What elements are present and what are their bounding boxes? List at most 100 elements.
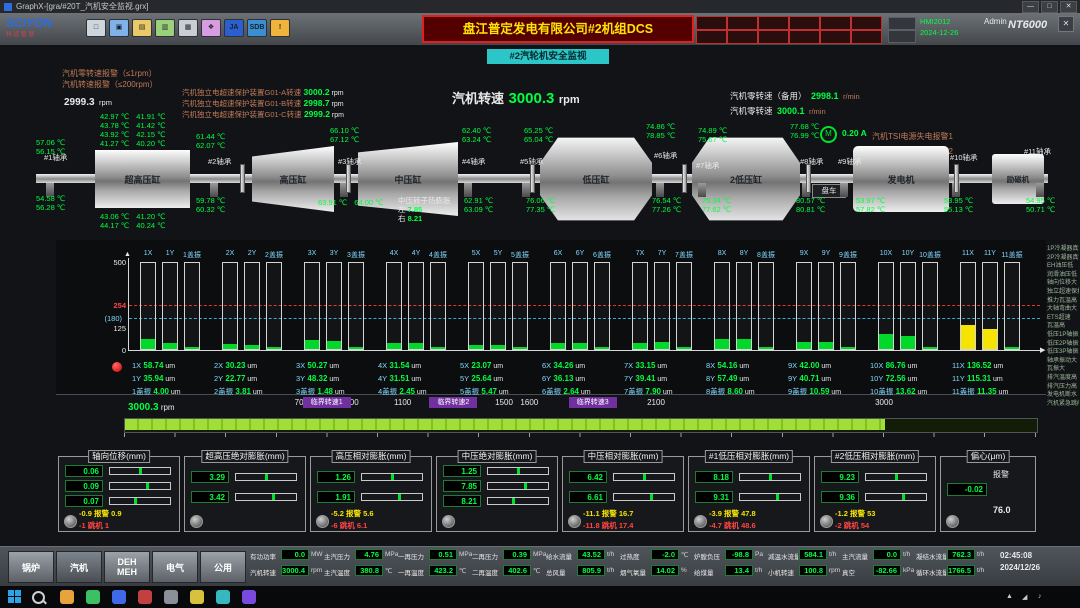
bearing-label: #6轴承	[654, 150, 696, 159]
nav-button-3[interactable]: 电气	[152, 551, 198, 583]
vib-bar-fill	[595, 347, 609, 349]
app-icon	[4, 3, 12, 11]
vib-bar	[140, 262, 156, 350]
panel-alarm-label: 报警	[993, 469, 1031, 478]
vib-bar	[266, 262, 282, 350]
temp-value: 63.24 ℃	[462, 135, 491, 144]
temp-value: 77.26 ℃	[652, 205, 681, 214]
vib-bar-label: 8盖振	[753, 250, 779, 258]
taskbar-app-icon[interactable]	[60, 590, 74, 604]
panel-gauge	[865, 473, 927, 481]
meas-value: 762.3	[947, 549, 975, 560]
vib-point-value: 1.48	[315, 387, 333, 396]
speed-alarm-label: 汽机转速报警（≤200rpm）	[62, 79, 158, 90]
nav-button-label: 电气	[166, 561, 184, 574]
vib-point-value: 4.00	[151, 387, 169, 396]
meas-value: 0.39	[503, 549, 531, 560]
mute-button[interactable]	[888, 17, 916, 30]
vib-bar-label: 6盖振	[589, 250, 615, 258]
close-button[interactable]: ✕	[1060, 1, 1077, 13]
panel-value: 8.18	[695, 471, 733, 483]
bearing-temp-group: 54.95 ℃50.71 ℃	[1026, 196, 1055, 214]
taskbar-app-icon[interactable]	[242, 590, 256, 604]
meas-unit: Pa	[755, 551, 768, 560]
alarm-list-item: 排汽压力高	[1047, 381, 1079, 389]
tray-network-icon[interactable]: ◢	[1022, 593, 1032, 602]
nav-button-4[interactable]: 公用	[200, 551, 246, 583]
print-icon[interactable]: ▦	[178, 19, 198, 37]
tray-volume-icon[interactable]: ♪	[1038, 593, 1048, 602]
window-titlebar: GraphX-[gra/#20T_汽机安全监视.grx] — □ ✕	[0, 0, 1080, 13]
bearing-pedestal	[840, 183, 848, 197]
vib-bar-fill	[469, 345, 483, 349]
meas-label: 汽机转速	[250, 567, 280, 576]
chart-icon[interactable]: ▥	[155, 19, 175, 37]
ramp-speed: 3000.3 rpm	[128, 397, 218, 408]
start-icon[interactable]	[8, 590, 21, 603]
meas-unit: rpm	[311, 567, 324, 576]
vib-bar	[632, 262, 648, 350]
display-icon[interactable]: □	[86, 19, 106, 37]
vib-bar-label: 5盖振	[507, 250, 533, 258]
vib-bar	[796, 262, 812, 350]
nav-button-label: 公用	[214, 561, 232, 574]
bearing-temp-group: 76.54 ℃77.26 ℃	[652, 196, 681, 214]
toolbar-close-button[interactable]: ✕	[1058, 16, 1074, 32]
alarm-indicator-cell	[758, 30, 789, 44]
alarm-bell-icon[interactable]: !	[270, 19, 290, 37]
vib-point-label: 1盖振	[132, 387, 151, 396]
vib-value-cell: 3盖振 1.48 um	[296, 381, 378, 392]
lp2-cylinder-label: 2低压缸	[692, 173, 800, 186]
taskbar-app-icon[interactable]	[138, 590, 152, 604]
bearing-temp-group: 53.95 ℃55.13 ℃	[944, 196, 973, 214]
nav-button-0[interactable]: 锅炉	[8, 551, 54, 583]
vib-value-cell: 5盖振 5.47 um	[460, 381, 542, 392]
alarm-indicator-cell	[727, 16, 758, 30]
nav-button-1[interactable]: 汽机	[56, 551, 102, 583]
vib-value-cell: 11Y 115.31 um	[952, 368, 1034, 379]
vib-value-cell: 4盖振 2.45 um	[378, 381, 460, 392]
alarm-indicator-cell	[727, 30, 758, 44]
vib-value-cell: 5X 23.07 um	[460, 355, 542, 366]
nav-button-label: DEH	[117, 557, 136, 567]
temp-value: 41.27 ℃	[100, 139, 129, 148]
palette-icon[interactable]: ❖	[201, 19, 221, 37]
vib-y-tick: 500	[98, 258, 126, 267]
taskbar-app-icon[interactable]	[86, 590, 100, 604]
maximize-button[interactable]: □	[1041, 1, 1058, 13]
save-icon[interactable]: ▣	[109, 19, 129, 37]
folder-icon[interactable]: ▤	[132, 19, 152, 37]
nav-button-label: 汽机	[70, 561, 88, 574]
minimize-button[interactable]: —	[1022, 1, 1039, 13]
vib-point-label: 8盖振	[706, 387, 725, 396]
vib-bar-fill	[223, 344, 237, 349]
taskbar-app-icon[interactable]	[112, 590, 126, 604]
meas-value: 14.02	[651, 565, 679, 576]
temp-value: 66.10 ℃	[330, 126, 359, 135]
taskbar-app-icon[interactable]	[216, 590, 230, 604]
vib-bar-fill	[1005, 347, 1019, 349]
panel-value: 9.31	[695, 491, 733, 503]
taskbar-app-icon[interactable]	[164, 590, 178, 604]
lp1-cylinder-label: 低压缸	[540, 173, 652, 186]
vib-bar-fill	[551, 343, 565, 349]
vib-value-cell: 1X 58.74 um	[132, 355, 214, 366]
taskbar-app-icon[interactable]	[190, 590, 204, 604]
temp-value: 40.24 ℃	[136, 221, 165, 230]
ja-logo-icon[interactable]: JA	[224, 19, 244, 37]
brand-logo: SCIYON 科远智慧	[6, 17, 52, 38]
vib-bar	[162, 262, 178, 350]
sdb-logo-icon[interactable]: SDB	[247, 19, 267, 37]
meas-label: 一再压力	[398, 551, 428, 560]
temp-value: 75.34 ℃	[702, 196, 731, 205]
nav-button-2[interactable]: DEHMEH	[104, 551, 150, 583]
ip-expansion-left-label: 左	[398, 205, 406, 214]
meas-value: 13.4	[725, 565, 753, 576]
temp-value: 64.00 ℃	[354, 198, 383, 207]
tray-chevron-icon[interactable]: ▲	[1006, 593, 1016, 602]
bearing-temp-group: 43.06 ℃41.20 ℃44.17 ℃40.24 ℃	[100, 212, 166, 230]
temp-value: 75.67 ℃	[698, 135, 727, 144]
vib-bar	[714, 262, 730, 350]
ack-button[interactable]	[888, 30, 916, 43]
bearing-pedestal	[1036, 183, 1044, 197]
